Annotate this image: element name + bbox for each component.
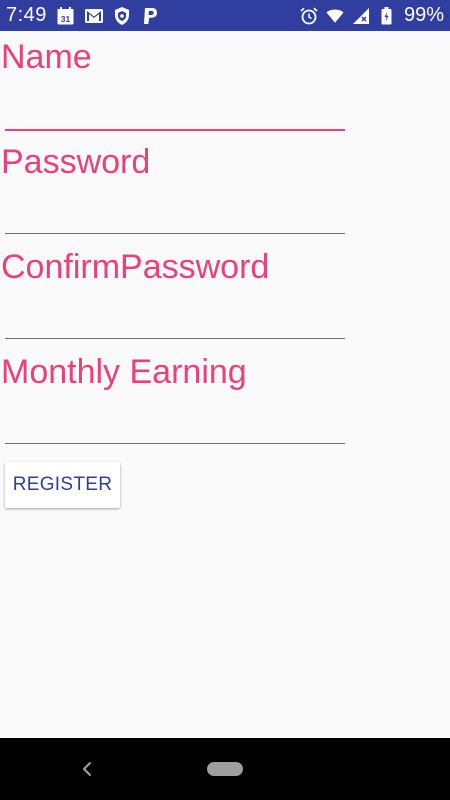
gmail-icon — [84, 7, 103, 25]
battery-icon — [378, 6, 396, 25]
status-time: 7:49 — [6, 4, 47, 26]
confirm-password-field: ConfirmPassword — [0, 245, 345, 339]
calendar-day: 31 — [61, 14, 71, 24]
alarm-icon — [300, 7, 318, 25]
monthly-earning-field: Monthly Earning — [0, 350, 345, 444]
name-field: Name — [0, 35, 345, 131]
name-input[interactable] — [5, 79, 345, 131]
calendar-icon: 31 — [57, 6, 75, 25]
monthly-earning-label: Monthly Earning — [1, 353, 247, 391]
password-label: Password — [1, 143, 151, 181]
register-button[interactable]: REGISTER — [5, 462, 120, 508]
status-bar: 7:49 31 99% — [0, 0, 450, 31]
signal-icon — [352, 7, 370, 25]
name-label: Name — [1, 38, 92, 76]
password-input[interactable] — [5, 184, 345, 234]
confirm-password-input[interactable] — [5, 289, 345, 339]
status-left-group: 7:49 31 — [6, 4, 159, 27]
back-icon[interactable] — [76, 757, 98, 781]
paypal-icon — [141, 7, 159, 25]
status-right-group: 99% — [300, 4, 444, 27]
wifi-icon — [326, 7, 344, 25]
password-field: Password — [0, 140, 345, 234]
monthly-earning-input[interactable] — [5, 394, 345, 444]
home-pill-button[interactable] — [207, 762, 243, 776]
battery-percent: 99% — [403, 4, 444, 26]
confirm-password-label: ConfirmPassword — [1, 248, 270, 286]
navigation-bar — [0, 738, 450, 800]
shield-icon — [113, 6, 131, 25]
